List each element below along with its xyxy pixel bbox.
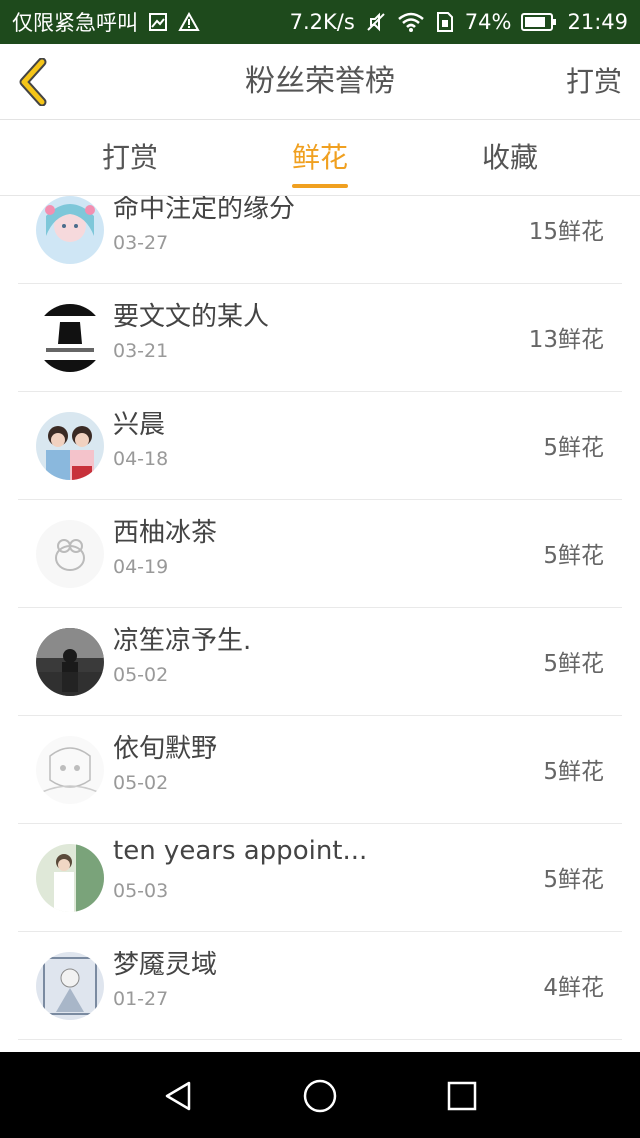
active-tab-indicator <box>292 184 348 188</box>
list-item[interactable]: 依旬默野 05-02 5鲜花 <box>18 716 622 824</box>
fan-name: 凉笙凉予生. <box>113 626 252 656</box>
fan-date: 05-02 <box>113 772 169 794</box>
battery-icon <box>521 12 557 32</box>
list-item[interactable]: 要文文的某人 03-21 13鲜花 <box>18 284 622 392</box>
list-item[interactable]: 梦魇灵域 01-27 4鲜花 <box>18 932 622 1040</box>
flower-count: 15鲜花 <box>528 219 604 245</box>
avatar <box>36 196 104 264</box>
fan-name: 兴晨 <box>113 410 166 440</box>
system-nav-bar <box>0 1052 640 1138</box>
tab-bar: 打赏 鲜花 收藏 <box>0 120 640 196</box>
fan-date: 01-27 <box>113 988 169 1010</box>
fan-list[interactable]: 命中注定的缘分 03-27 15鲜花 要文文的某人 03-21 13鲜花 兴晨 … <box>0 196 640 1052</box>
fan-date: 04-18 <box>113 448 169 470</box>
fan-name: ten years appoint... <box>113 836 368 866</box>
flower-count: 13鲜花 <box>528 327 604 353</box>
mute-icon <box>365 11 387 33</box>
page-title: 粉丝荣誉榜 <box>245 64 395 99</box>
network-speed: 7.2K/s <box>289 10 355 34</box>
flower-count: 5鲜花 <box>543 435 604 461</box>
home-circle-icon[interactable] <box>300 1076 340 1116</box>
list-item[interactable]: 兴晨 04-18 5鲜花 <box>18 392 622 500</box>
avatar <box>36 952 104 1020</box>
battery-percent: 74% <box>464 10 512 34</box>
avatar <box>36 844 104 912</box>
avatar <box>36 412 104 480</box>
fan-date: 03-21 <box>113 340 169 362</box>
status-bar: 仅限紧急呼叫 7.2K/s 74% 21:49 <box>0 0 640 44</box>
flower-count: 5鲜花 <box>543 543 604 569</box>
fan-name: 梦魇灵域 <box>113 950 218 980</box>
avatar <box>36 628 104 696</box>
fan-date: 03-27 <box>113 232 169 254</box>
flower-count: 4鲜花 <box>543 975 604 1001</box>
fan-date: 04-19 <box>113 556 169 578</box>
list-item[interactable]: ten years appoint... 05-03 5鲜花 <box>18 824 622 932</box>
fan-name: 依旬默野 <box>113 734 218 764</box>
avatar <box>36 304 104 372</box>
carrier-text: 仅限紧急呼叫 <box>12 11 138 35</box>
list-item[interactable]: 命中注定的缘分 03-27 15鲜花 <box>18 196 622 284</box>
fan-date: 05-03 <box>113 880 169 902</box>
avatar <box>36 736 104 804</box>
fan-name: 西柚冰茶 <box>113 518 218 548</box>
tab-favorites[interactable]: 收藏 <box>415 120 605 196</box>
fan-date: 05-02 <box>113 664 169 686</box>
nav-bar: 粉丝荣誉榜 打赏 <box>0 44 640 120</box>
warning-icon <box>178 12 200 32</box>
list-item[interactable]: 凉笙凉予生. 05-02 5鲜花 <box>18 608 622 716</box>
tab-reward[interactable]: 打赏 <box>35 120 225 196</box>
list-item[interactable]: 西柚冰茶 04-19 5鲜花 <box>18 500 622 608</box>
wifi-icon <box>397 11 425 33</box>
reward-action-button[interactable]: 打赏 <box>566 44 622 120</box>
flower-count: 5鲜花 <box>543 867 604 893</box>
fan-name: 命中注定的缘分 <box>113 196 296 224</box>
image-icon <box>148 12 168 32</box>
flower-count: 5鲜花 <box>543 759 604 785</box>
recents-square-icon[interactable] <box>442 1076 482 1116</box>
flower-count: 5鲜花 <box>543 651 604 677</box>
back-triangle-icon[interactable] <box>158 1076 198 1116</box>
avatar <box>36 520 104 588</box>
clock: 21:49 <box>567 10 628 34</box>
fan-name: 要文文的某人 <box>113 302 270 332</box>
sim-icon <box>435 11 455 33</box>
